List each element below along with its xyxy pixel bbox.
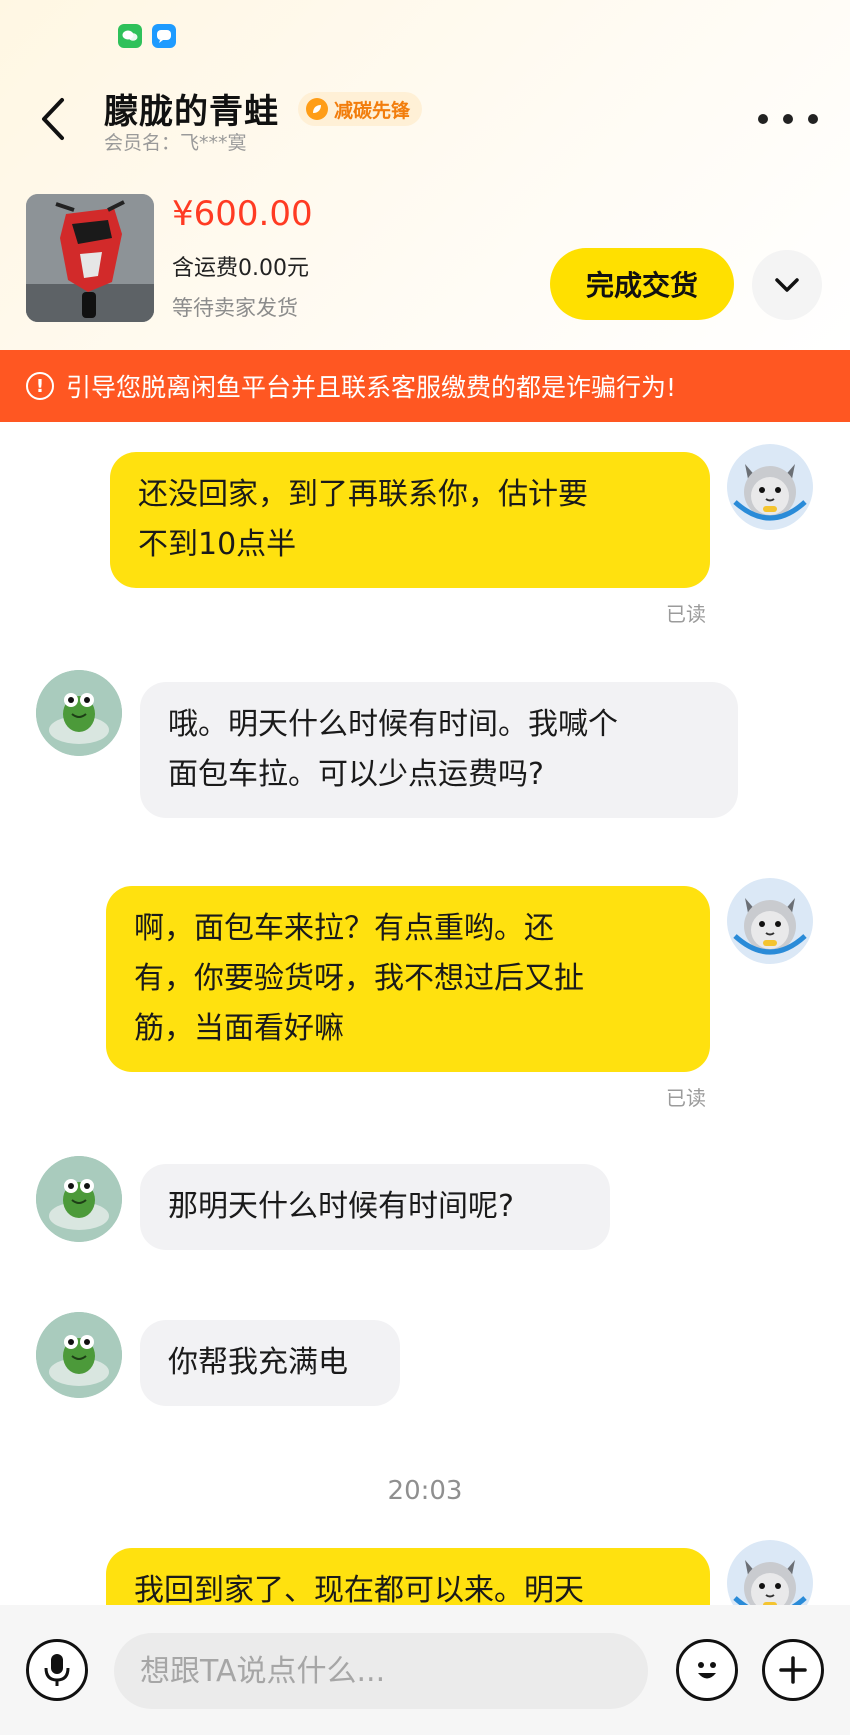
alert-circle-icon: ! xyxy=(26,372,54,400)
message-line: 面包车拉。可以少点运费吗? xyxy=(168,757,544,792)
voice-button[interactable] xyxy=(26,1639,88,1701)
chevron-down-icon xyxy=(775,278,799,292)
badge-label: 减碳先锋 xyxy=(334,99,411,122)
chat-area[interactable]: 还没回家，到了再联系你，估计要 不到10点半 已读 哦。明天什么时候有时间。我喊… xyxy=(0,422,850,1605)
message-line: 有，你要验货呀，我不想过后又扯 xyxy=(134,961,584,996)
message-line: 啊，面包车来拉？有点重哟。还 xyxy=(134,911,554,946)
plus-button[interactable] xyxy=(762,1639,824,1701)
read-receipt: 已读 xyxy=(666,602,706,626)
message-line: 那明天什么时候有时间呢? xyxy=(168,1189,514,1224)
plus-icon xyxy=(779,1656,807,1684)
my-avatar[interactable] xyxy=(727,878,813,964)
expand-button[interactable] xyxy=(752,250,822,320)
member-id: 会员名：飞***寞 xyxy=(104,132,247,154)
contact-avatar[interactable] xyxy=(36,1312,122,1398)
message-bubble-sent[interactable]: 还没回家，到了再联系你，估计要 不到10点半 xyxy=(110,452,710,588)
order-status: 等待卖家发货 xyxy=(172,296,298,320)
emoji-icon xyxy=(698,1662,716,1679)
back-arrow-icon xyxy=(42,98,64,140)
message-timestamp: 20:03 xyxy=(387,1476,463,1506)
read-receipt: 已读 xyxy=(666,1086,706,1110)
contact-name[interactable]: 朦胧的青蛙 xyxy=(104,84,279,133)
my-avatar[interactable] xyxy=(727,444,813,530)
warning-text: 引导您脱离闲鱼平台并且联系客服缴费的都是诈骗行为! xyxy=(66,373,677,402)
status-bar-icons xyxy=(118,24,176,48)
my-avatar[interactable] xyxy=(727,1540,813,1605)
fraud-warning-banner: ! 引导您脱离闲鱼平台并且联系客服缴费的都是诈骗行为! xyxy=(0,350,850,422)
product-image[interactable] xyxy=(26,194,154,322)
message-line: 筋，当面看好嘛 xyxy=(134,1011,344,1046)
message-bubble-sent[interactable]: 啊，面包车来拉？有点重哟。还 有，你要验货呀，我不想过后又扯 筋，当面看好嘛 xyxy=(106,886,710,1072)
message-line: 我回到家了、现在都可以来。明天 xyxy=(134,1573,584,1605)
message-line: 还没回家，到了再联系你，估计要 xyxy=(138,477,588,512)
header-area: 朦胧的青蛙 减碳先锋 会员名：飞***寞 ¥600.00 含运费0.00元 等待… xyxy=(0,0,850,350)
product-price: ¥600.00 xyxy=(172,194,313,234)
leaf-icon xyxy=(306,98,328,120)
message-bubble-sent[interactable]: 我回到家了、现在都可以来。明天 xyxy=(106,1548,710,1605)
message-bubble-received[interactable]: 哦。明天什么时候有时间。我喊个 面包车拉。可以少点运费吗? xyxy=(140,682,738,818)
more-icon[interactable] xyxy=(758,104,818,134)
wechat-icon xyxy=(118,24,142,48)
message-line: 你帮我充满电 xyxy=(168,1345,348,1380)
contact-avatar[interactable] xyxy=(36,670,122,756)
message-input[interactable] xyxy=(114,1633,648,1709)
message-line: 哦。明天什么时候有时间。我喊个 xyxy=(168,707,618,742)
message-bubble-received[interactable]: 你帮我充满电 xyxy=(140,1320,400,1406)
emoji-button[interactable] xyxy=(676,1639,738,1701)
back-button[interactable] xyxy=(36,92,72,146)
microphone-icon xyxy=(44,1654,70,1686)
message-icon xyxy=(152,24,176,48)
contact-avatar[interactable] xyxy=(36,1156,122,1242)
status-badge: 减碳先锋 xyxy=(298,92,423,126)
shipping-fee: 含运费0.00元 xyxy=(172,256,309,281)
input-bar xyxy=(0,1605,850,1735)
message-bubble-received[interactable]: 那明天什么时候有时间呢? xyxy=(140,1164,610,1250)
complete-delivery-button[interactable]: 完成交货 xyxy=(550,248,734,320)
message-line: 不到10点半 xyxy=(138,527,297,562)
